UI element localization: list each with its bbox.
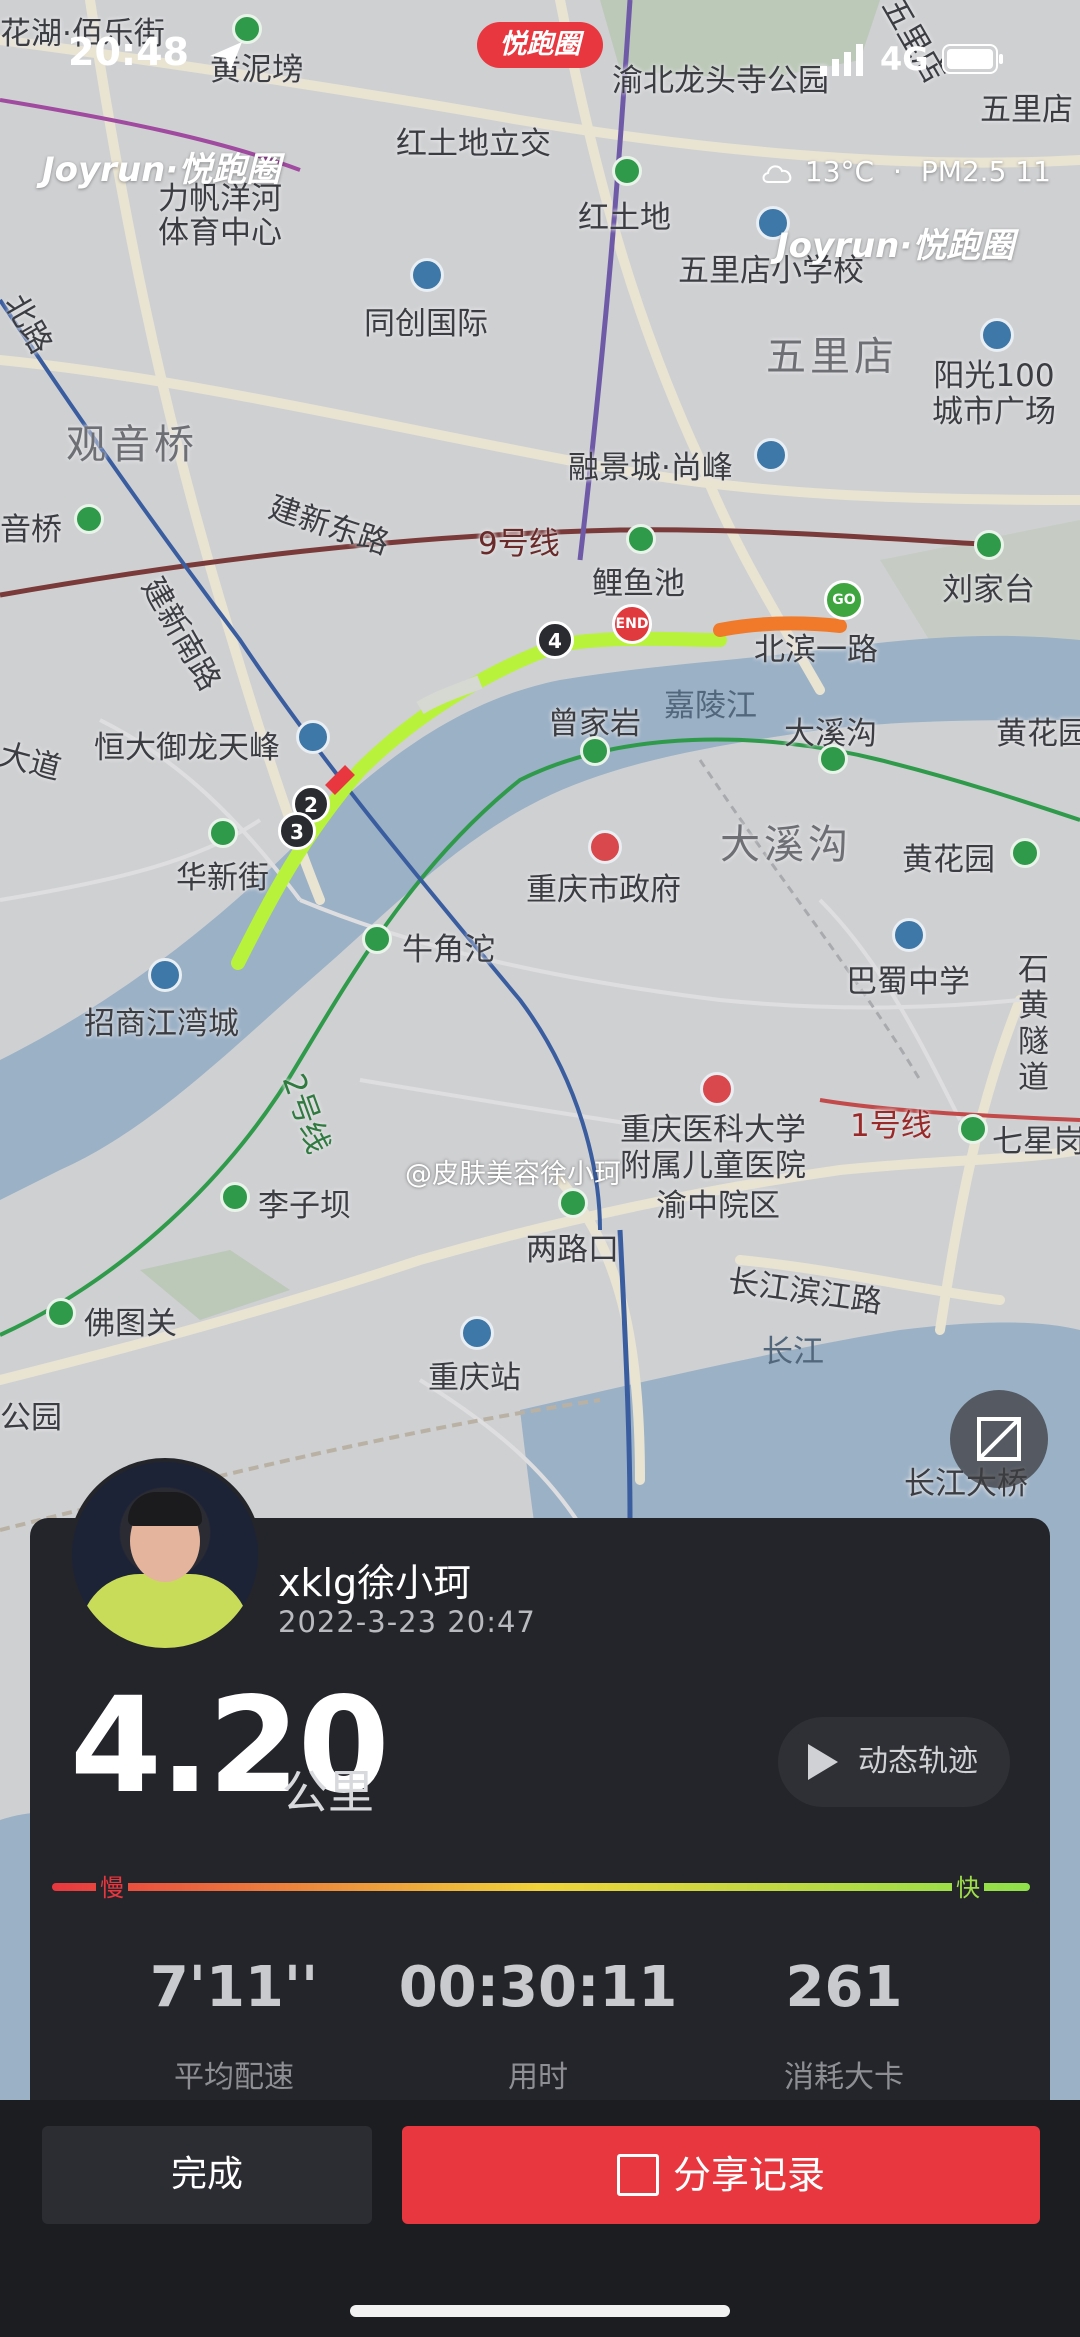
map-label: 黄花园 [902,842,995,878]
map-label: 观音桥 [66,422,198,468]
map-label: 重庆站 [428,1360,521,1396]
weather-aqi: PM2.5 11 [920,155,1051,188]
map-label: 巴蜀中学 [846,964,970,1000]
signal-icon [820,44,863,76]
metro-station-icon [626,524,656,554]
map-label: 大溪沟 [720,822,852,868]
train-station-icon [460,1316,494,1350]
map-label: 石 黄 隧 道 [1018,952,1049,1096]
map-label: 渝中院区 [656,1188,780,1224]
avatar[interactable] [68,1458,262,1652]
home-indicator[interactable] [350,2305,730,2317]
replay-label: 动态轨迹 [858,1744,978,1779]
map-label: 北滨一路 [754,632,878,668]
share-record-button[interactable]: 分享记录 [402,2126,1040,2224]
map-label: 红土地立交 [396,126,551,162]
map-label: 同创国际 [364,306,488,342]
metro-station-icon [220,1182,250,1212]
landmark-icon [148,958,182,992]
landmark-icon [296,720,330,754]
avg-pace-label: 平均配速 [174,2060,294,2095]
metro-station-icon [208,818,238,848]
route-start-marker[interactable]: GO [824,580,864,620]
duration-value: 00:30:11 [398,1955,678,2020]
pace-slow-label: 慢 [96,1868,128,1903]
map-label: 黄花园 [996,716,1080,752]
map-label: 9号线 [478,526,560,562]
map-label: 力帆洋河 体育中心 [158,181,282,251]
map-label: 华新街 [176,860,269,896]
government-icon [588,830,622,864]
replay-track-button[interactable]: 动态轨迹 [778,1717,1010,1807]
landmark-icon [410,258,444,292]
location-arrow-icon [210,42,242,72]
battery-icon [942,44,1003,74]
metro-station-icon [818,744,848,774]
map-label: 重庆医科大学 附属儿童医院 [620,1112,806,1184]
hospital-icon [700,1072,734,1106]
metro-station-icon [1010,838,1040,868]
pace-fast-label: 快 [952,1868,984,1903]
app-pill[interactable]: 悦跑圈 [477,22,603,68]
network-type: 4G [880,40,929,78]
map-label: 融景城·尚峰 [568,450,733,486]
map-label: 重庆市政府 [526,872,681,908]
joyrun-logo: Joyrun·悦跑圈 [42,150,281,190]
metro-station-icon [958,1114,988,1144]
map-label: 牛角沱 [402,932,495,968]
metro-station-icon [558,1188,588,1218]
pace-legend-bar [52,1883,1030,1891]
map-label: 长江 [762,1334,824,1370]
avg-pace-value: 7'11'' [149,1955,319,2020]
map-label: 七星岗 [992,1124,1080,1160]
route-km-marker[interactable]: 3 [278,812,316,850]
landmark-icon [980,318,1014,352]
expand-icon [977,1417,1021,1461]
map-label: 音桥 [0,512,62,548]
route-km-marker[interactable]: 4 [536,621,574,659]
map-label: 渝北龙头寺公园 [612,63,829,99]
username: xklg徐小珂 [278,1561,472,1605]
map-label: 嘉陵江 [664,688,757,724]
run-datetime: 2022-3-23 20:47 [278,1605,536,1639]
weather-separator: · [893,155,902,188]
map-label: 招商江湾城 [84,1006,239,1042]
share-icon [616,2154,659,2196]
map-label: 五里店 [766,334,898,380]
weather-temp: 13°C [804,155,875,188]
map-label: 五里店 [980,92,1073,128]
map-label: 1号线 [850,1108,932,1144]
school-icon [892,918,926,952]
map-label: 两路口 [526,1232,619,1268]
metro-station-icon [580,736,610,766]
metro-station-icon [974,530,1004,560]
calories-value: 261 [785,1955,903,2020]
metro-station-icon [74,504,104,534]
share-label: 分享记录 [672,2153,825,2197]
joyrun-logo: Joyrun·悦跑圈 [776,226,1015,266]
status-time: 20:48 [68,30,189,74]
map-label: 恒大御龙天峰 [94,730,280,766]
play-icon [808,1744,838,1780]
map-label: 公园 [0,1400,62,1436]
distance-unit: 公里 [282,1765,374,1819]
map-label: 刘家台 [942,572,1035,608]
route-end-marker[interactable]: END [612,604,652,644]
weibo-watermark: @皮肤美容徐小珂 [405,1159,621,1190]
map-label: 阳光100 城市广场 [932,358,1056,430]
map-label: 红土地 [578,200,671,236]
metro-station-icon [612,156,642,186]
map-label: 佛图关 [84,1306,177,1342]
expand-map-button[interactable] [950,1390,1048,1488]
map-label: 鲤鱼池 [592,566,685,602]
weather-info: 13°C · PM2.5 11 [760,155,1051,188]
calories-label: 消耗大卡 [784,2060,904,2095]
landmark-icon [754,438,788,472]
map-label: 李子坝 [258,1188,351,1224]
metro-station-icon [46,1298,76,1328]
done-button[interactable]: 完成 [42,2126,372,2224]
metro-station-icon [362,924,392,954]
cloud-icon [762,165,792,183]
duration-label: 用时 [508,2060,568,2095]
